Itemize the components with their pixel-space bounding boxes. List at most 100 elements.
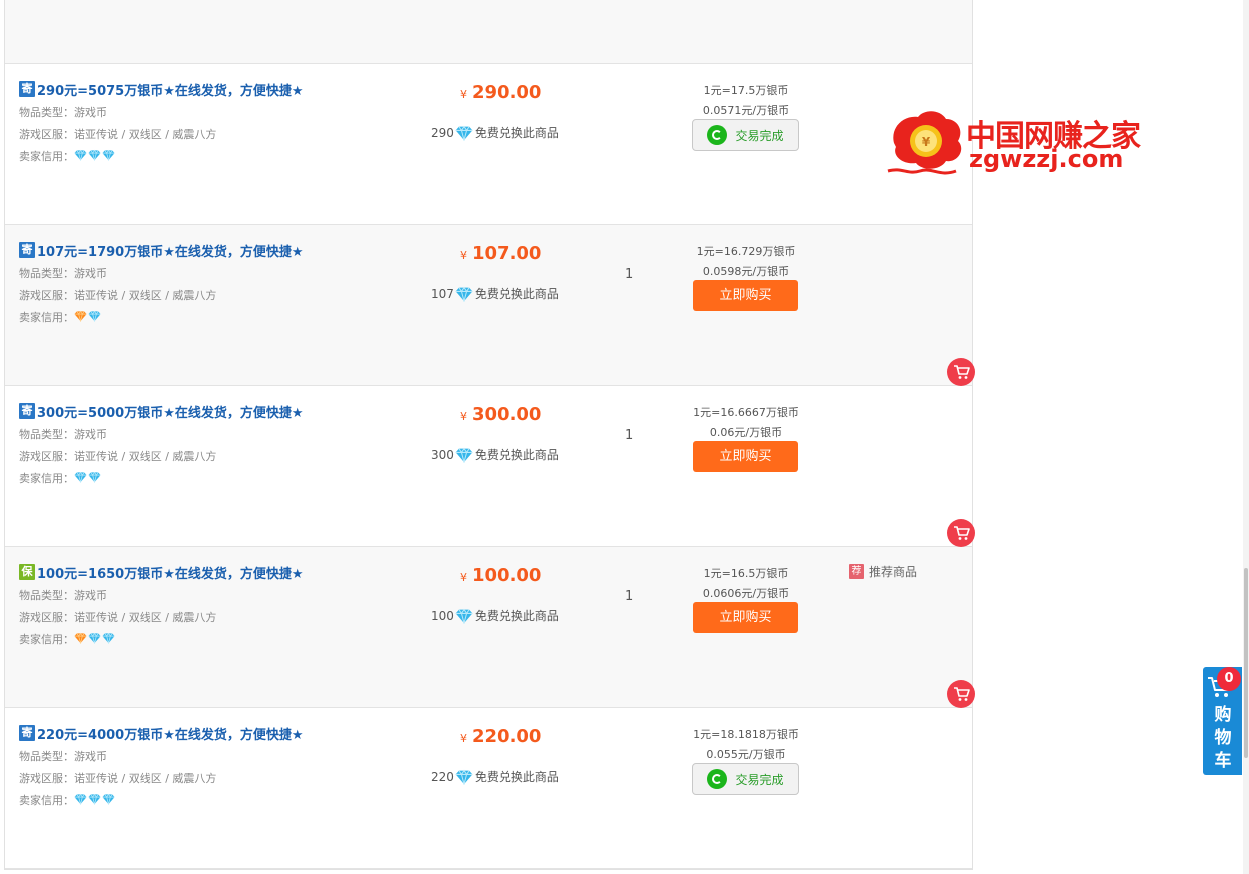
points-text: 免费兑换此商品 [474, 126, 559, 140]
points-text: 免费兑换此商品 [474, 287, 559, 301]
add-to-cart-button[interactable] [947, 680, 975, 708]
game-server-label: 游戏区服： [19, 128, 74, 141]
item-type-label: 物品类型： [19, 106, 74, 119]
listing-price: ¥107.00 [460, 243, 541, 264]
points-value: 107 [431, 286, 454, 301]
listing-price: ¥300.00 [460, 404, 541, 425]
buy-now-button[interactable]: 立即购买 [693, 441, 798, 472]
item-type-value: 游戏币 [74, 106, 107, 119]
item-type: 物品类型：游戏币 [19, 426, 107, 442]
listing-type-badge: 寄 [19, 242, 35, 258]
points-exchange: 290 免费兑换此商品 [431, 124, 559, 141]
points-exchange: 300 免费兑换此商品 [431, 446, 559, 463]
diamond-icon [88, 149, 101, 161]
seller-credit-gems [74, 310, 102, 324]
unit-price: 0.0606元/万银币 [702, 587, 790, 600]
price-amount: 300.00 [472, 404, 542, 425]
trade-complete-status: 交易完成 [692, 763, 799, 795]
currency-symbol: ¥ [460, 410, 467, 423]
item-type: 物品类型：游戏币 [19, 265, 107, 281]
game-server-value: 诺亚传说 / 双线区 / 威震八方 [74, 611, 217, 624]
currency-symbol: ¥ [460, 571, 467, 584]
cart-icon [954, 526, 970, 540]
unit-price: 0.0598元/万银币 [702, 265, 790, 278]
seller-credit-label: 卖家信用： [19, 472, 74, 485]
item-type-label: 物品类型： [19, 750, 74, 763]
watermark-domain: zgwzzj.com [969, 145, 1124, 173]
diamond-icon [88, 632, 101, 644]
add-to-cart-button[interactable] [947, 358, 975, 386]
check-circle-icon [707, 769, 728, 789]
stock-quantity: 1 [625, 428, 634, 443]
price-amount: 100.00 [472, 565, 542, 586]
item-type: 物品类型：游戏币 [19, 587, 107, 603]
unit-price: 0.0571元/万银币 [702, 104, 790, 117]
seller-credit-label: 卖家信用： [19, 794, 74, 807]
scrollbar-thumb[interactable] [1244, 568, 1248, 758]
diamond-icon [455, 125, 473, 141]
buy-now-button[interactable]: 立即购买 [693, 602, 798, 633]
points-value: 100 [431, 608, 454, 623]
unit-price: 0.06元/万银币 [709, 426, 783, 439]
points-exchange: 100 免费兑换此商品 [431, 607, 559, 624]
seller-credit: 卖家信用： [19, 792, 116, 808]
game-server-value: 诺亚传说 / 双线区 / 威震八方 [74, 128, 217, 141]
diamond-icon [74, 632, 87, 644]
listing-title-link[interactable]: 保 100元=1650万银币★在线发货，方便快捷★ [19, 563, 304, 582]
diamond-icon [455, 769, 473, 785]
buy-now-button[interactable]: 立即购买 [693, 280, 798, 311]
item-type-label: 物品类型： [19, 428, 74, 441]
listing-title-text: 220元=4000万银币★在线发货，方便快捷★ [37, 727, 304, 743]
currency-symbol: ¥ [460, 732, 467, 745]
listing-price: ¥290.00 [460, 82, 541, 103]
seller-credit-gems [74, 793, 116, 807]
listing-title-link[interactable]: 寄 107元=1790万银币★在线发货，方便快捷★ [19, 241, 304, 260]
points-value: 290 [431, 125, 454, 140]
game-server: 游戏区服：诺亚传说 / 双线区 / 威震八方 [19, 770, 216, 786]
listing-type-badge: 寄 [19, 725, 35, 741]
recommend-badge: 荐 [849, 564, 864, 579]
points-text: 免费兑换此商品 [474, 448, 559, 462]
page-scrollbar[interactable] [1243, 0, 1249, 874]
listing-price: ¥100.00 [460, 565, 541, 586]
seller-credit-label: 卖家信用： [19, 150, 74, 163]
listing-row: 寄 290元=5075万银币★在线发货，方便快捷★ 物品类型：游戏币 游戏区服：诺亚传… [5, 64, 972, 225]
listing-row: 寄 220元=4000万银币★在线发货，方便快捷★ 物品类型：游戏币游戏区服：诺亚传… [5, 708, 972, 869]
previous-row-stub [5, 0, 972, 64]
listing-title-text: 290元=5075万银币★在线发货，方便快捷★ [37, 83, 304, 99]
currency-symbol: ¥ [460, 249, 467, 262]
exchange-rate: 1元=16.5万银币 [703, 567, 789, 580]
trade-complete-status: 交易完成 [692, 119, 799, 151]
item-type-label: 物品类型： [19, 589, 74, 602]
seller-credit-gems [74, 632, 116, 646]
cart-icon [954, 365, 970, 379]
diamond-icon [102, 793, 115, 805]
recommended-tag: 荐推荐商品 [849, 563, 917, 580]
game-server: 游戏区服：诺亚传说 / 双线区 / 威震八方 [19, 609, 216, 625]
seller-credit-label: 卖家信用： [19, 633, 74, 646]
dragon-logo-icon: ¥ [887, 111, 962, 175]
listing-title-link[interactable]: 寄 290元=5075万银币★在线发货，方便快捷★ [19, 80, 304, 99]
points-value: 220 [431, 769, 454, 784]
listing-type-badge: 保 [19, 564, 35, 580]
points-exchange: 220 免费兑换此商品 [431, 768, 559, 785]
listing-row: 保 100元=1650万银币★在线发货，方便快捷★ 物品类型：游戏币 游戏区服：诺亚传… [5, 547, 975, 708]
game-server-label: 游戏区服： [19, 611, 74, 624]
listing-title-link[interactable]: 寄 300元=5000万银币★在线发货，方便快捷★ [19, 402, 304, 421]
listing-title-text: 300元=5000万银币★在线发货，方便快捷★ [37, 405, 304, 421]
points-exchange: 107 免费兑换此商品 [431, 285, 559, 302]
seller-credit-label: 卖家信用： [19, 311, 74, 324]
diamond-icon [88, 793, 101, 805]
listing-title-link[interactable]: 寄 220元=4000万银币★在线发货，方便快捷★ [19, 724, 304, 743]
item-type-value: 游戏币 [74, 750, 107, 763]
game-server-label: 游戏区服： [19, 450, 74, 463]
cart-label: 购物车 [1214, 705, 1232, 771]
currency-symbol: ¥ [460, 88, 467, 101]
listing-table: 寄 290元=5075万银币★在线发货，方便快捷★ 物品类型：游戏币 游戏区服：诺亚传… [4, 0, 975, 870]
add-to-cart-button[interactable] [947, 519, 975, 547]
page: 寄 290元=5075万银币★在线发货，方便快捷★ 物品类型：游戏币 游戏区服：诺亚传… [0, 0, 1249, 874]
side-cart-button[interactable]: 0 购物车 [1203, 667, 1242, 775]
cart-count-badge: 0 [1217, 667, 1241, 691]
price-amount: 290.00 [472, 82, 542, 103]
game-server: 游戏区服：诺亚传说 / 双线区 / 威震八方 [19, 126, 216, 142]
